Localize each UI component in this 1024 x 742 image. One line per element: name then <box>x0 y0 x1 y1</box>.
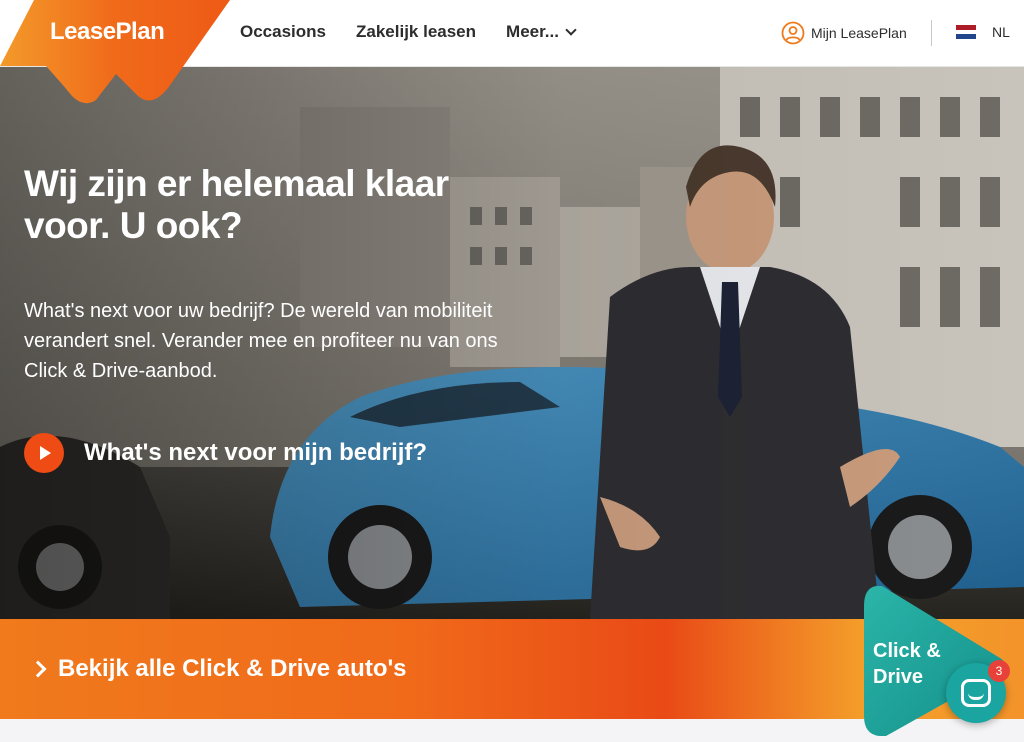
leaseplan-logo[interactable]: LeasePlan <box>0 0 230 104</box>
chevron-right-icon <box>29 660 47 678</box>
video-link-label: What's next voor mijn bedrijf? <box>84 439 428 466</box>
badge-label: Click & Drive <box>873 638 941 690</box>
nav-item-occasions[interactable]: Occasions <box>240 22 326 42</box>
play-icon <box>24 433 64 473</box>
hero-description: What's next voor uw bedrijf? De wereld v… <box>24 300 498 382</box>
nav-item-meer[interactable]: Meer... <box>506 22 577 42</box>
nav-item-label: Zakelijk leasen <box>356 22 477 41</box>
chevron-down-icon <box>565 24 577 36</box>
nav-item-zakelijk-leasen[interactable]: Zakelijk leasen <box>356 22 476 42</box>
nav-item-label: Meer... <box>506 22 559 41</box>
hero-title: Wij zijn er helemaal klaar voor. U ook? <box>24 163 449 246</box>
user-icon <box>781 21 805 45</box>
watch-video-link[interactable]: What's next voor mijn bedrijf? <box>24 433 427 473</box>
chat-unread-badge: 3 <box>988 660 1010 682</box>
chat-icon <box>961 679 991 707</box>
nav-item-label: Occasions <box>240 22 326 41</box>
account-link[interactable]: Mijn LeasePlan <box>781 21 907 45</box>
badge-line-1: Click & <box>873 640 941 662</box>
language-selector[interactable]: NL <box>956 24 1010 40</box>
header-divider <box>931 20 932 46</box>
hero-banner: Wij zijn er helemaal klaar voor. U ook? … <box>0 67 1024 619</box>
account-label: Mijn LeasePlan <box>811 25 907 41</box>
logo-shape <box>0 0 230 104</box>
band-link-label: Bekijk alle Click & Drive auto's <box>58 655 407 682</box>
language-label: NL <box>992 24 1010 40</box>
main-nav: Occasions Zakelijk leasen Meer... <box>240 22 577 42</box>
badge-line-2: Drive <box>873 666 924 688</box>
netherlands-flag-icon <box>956 25 976 40</box>
view-click-drive-cars-link[interactable]: Bekijk alle Click & Drive auto's <box>29 655 407 683</box>
logo-text: LeasePlan <box>50 18 165 45</box>
